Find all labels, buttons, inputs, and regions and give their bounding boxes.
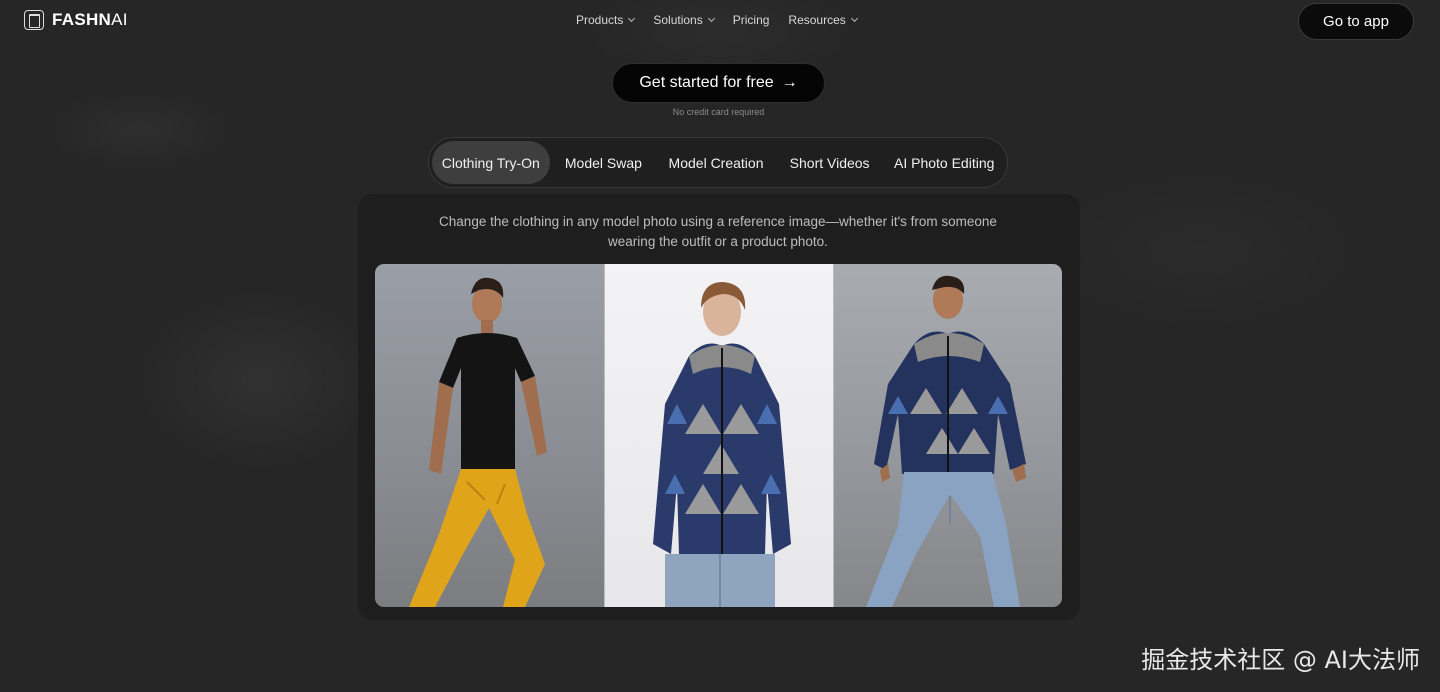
- tab-ai-photo-editing[interactable]: AI Photo Editing: [884, 141, 1004, 184]
- brand-name-bold: FASHN: [52, 10, 112, 29]
- tab-model-creation[interactable]: Model Creation: [657, 141, 775, 184]
- main-nav: Products Solutions Pricing Resources: [576, 13, 858, 27]
- tab-model-swap[interactable]: Model Swap: [550, 141, 658, 184]
- feature-description: Change the clothing in any model photo u…: [439, 214, 997, 249]
- brand-logo[interactable]: FASHNAI: [24, 10, 128, 30]
- nav-resources-label: Resources: [788, 13, 846, 27]
- nav-resources[interactable]: Resources: [788, 13, 858, 27]
- nav-products-label: Products: [576, 13, 624, 27]
- get-started-button[interactable]: Get started for free →: [612, 63, 825, 103]
- arrow-right-icon: →: [781, 74, 798, 91]
- chevron-down-icon: [628, 14, 636, 23]
- nav-solutions-label: Solutions: [653, 13, 703, 27]
- chevron-down-icon: [850, 14, 858, 23]
- tab-clothing-try-on[interactable]: Clothing Try-On: [432, 141, 550, 184]
- fashn-logo-icon: [24, 10, 44, 30]
- go-to-app-button[interactable]: Go to app: [1298, 3, 1414, 40]
- nav-pricing-label: Pricing: [732, 13, 770, 27]
- no-credit-card-note: No credit card required: [672, 107, 765, 117]
- try-on-result-photo: [833, 264, 1062, 607]
- nav-products[interactable]: Products: [576, 13, 636, 27]
- chevron-down-icon: [707, 14, 715, 23]
- reference-garment-photo: [604, 264, 833, 607]
- model-photo-original: [375, 264, 604, 607]
- watermark-text: 掘金技术社区 @ AI大法师: [1141, 646, 1420, 674]
- try-on-gallery: [375, 264, 1062, 607]
- feature-panel: Change the clothing in any model photo u…: [358, 194, 1080, 620]
- brand-name: FASHNAI: [52, 10, 128, 30]
- get-started-label: Get started for free: [639, 74, 774, 91]
- nav-pricing[interactable]: Pricing: [733, 13, 770, 27]
- brand-name-thin: AI: [111, 10, 128, 29]
- nav-solutions[interactable]: Solutions: [653, 13, 715, 27]
- tab-short-videos[interactable]: Short Videos: [775, 141, 885, 184]
- feature-tabs: Clothing Try-On Model Swap Model Creatio…: [428, 137, 1008, 188]
- site-header: FASHNAI Products Solutions Pricing Resou…: [0, 0, 1440, 44]
